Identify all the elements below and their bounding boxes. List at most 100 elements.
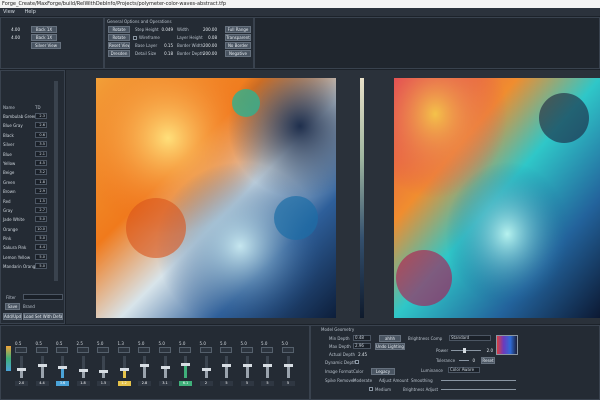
negative-button[interactable]: Negative [225,50,251,57]
fader-bottom-value[interactable]: 6.1 [179,381,192,386]
dynamic-depth-checkbox[interactable] [355,360,359,364]
save-button[interactable]: Save [5,303,20,310]
fader-color-box[interactable] [179,347,191,353]
filament-list-item[interactable]: Yellow 4.5 [1,159,56,169]
fader-bottom-value[interactable]: 5 [261,381,274,386]
filament-list-item[interactable]: Jade White 5.0 [1,216,56,225]
fader-bottom-value[interactable]: 1.2 [117,381,131,386]
fader-color-box[interactable] [281,347,294,353]
fader-knob[interactable] [37,364,47,368]
step-height-value[interactable]: 0.049 [157,27,173,32]
no-border-button[interactable]: No Border [225,42,251,49]
tolerance-slider[interactable] [459,360,469,361]
filament-td-spinbox[interactable]: 3.2 [35,169,47,176]
filament-td-spinbox[interactable]: 4.4 [35,244,47,251]
fader-bottom-value[interactable]: 1.5 [97,381,110,386]
fader-color-box[interactable] [15,347,27,353]
fader-knob[interactable] [181,363,190,367]
fader-bottom-value[interactable]: 3.1 [158,381,172,386]
filament-list-item[interactable]: Mandarin Orange 5.0 [1,263,56,272]
filament-td-spinbox[interactable]: 5.0 [35,216,47,223]
medium-checkbox[interactable] [369,387,373,391]
filament-list-item[interactable]: Sakura Pink 4.4 [1,244,56,253]
fader-knob[interactable] [140,364,149,368]
fader-bottom-value[interactable]: 5 [281,381,295,386]
filament-list-item[interactable]: Orange 10.0 [1,225,56,235]
smoothing-slider[interactable] [441,380,516,381]
silver-view-button[interactable]: Silver View [31,42,61,49]
filament-td-spinbox[interactable]: 5.0 [35,253,47,260]
filament-list-item[interactable]: Bambulab Green 2.3 [1,113,56,122]
filament-td-spinbox[interactable]: 4.5 [35,159,47,166]
fader-color-box[interactable] [261,347,273,353]
fader-knob[interactable] [160,365,170,369]
load-defaults-button[interactable]: Load Set With Defaults [23,313,63,320]
fader-color-box[interactable] [220,347,232,353]
filament-td-spinbox[interactable]: 2.7 [35,206,47,213]
fader-knob[interactable] [201,367,211,371]
fader-color-box[interactable] [199,347,212,353]
filament-list-item[interactable]: Blue 2.1 [1,150,56,160]
undo-lighting-button[interactable]: Undo Lighting [375,343,405,350]
full-range-button[interactable]: Full Range [225,26,251,33]
fader-knob[interactable] [99,369,108,373]
fader-knob[interactable] [242,364,252,368]
filament-td-spinbox[interactable]: 2.3 [35,113,47,119]
filament-td-spinbox[interactable]: 2.9 [35,188,47,195]
fader-bottom-value[interactable]: 1.8 [76,381,90,386]
result-viewport[interactable] [364,70,600,324]
fader-color-box[interactable] [158,347,171,353]
base-layer-value[interactable]: 0.15 [157,43,173,48]
fader-color-box[interactable] [138,347,150,353]
filament-list-item[interactable]: Brown 2.9 [1,188,56,197]
filament-list-item[interactable]: Green 1.8 [1,178,56,188]
fader-knob[interactable] [263,364,272,368]
border-depth-value[interactable]: 200.00 [199,51,217,56]
filament-td-spinbox[interactable]: 0.6 [35,131,47,138]
width-value[interactable]: 200.00 [199,27,217,32]
spike-remover-value[interactable]: Moderate [353,378,372,383]
filament-td-spinbox[interactable]: 1.5 [35,197,47,204]
fader-bottom-value[interactable]: 5 [240,381,254,386]
filament-list-item[interactable]: Gray 2.7 [1,206,56,216]
legacy-button[interactable]: Legacy [371,368,395,375]
filament-scrollbar[interactable] [54,81,58,281]
filament-td-spinbox[interactable]: 10.0 [35,225,47,232]
filament-list-item[interactable]: Beige 3.2 [1,169,56,178]
power-slider[interactable] [451,350,481,351]
image-format-value[interactable]: Color [353,369,363,374]
layer-height-value[interactable]: 0.08 [199,35,217,40]
fader-bottom-value[interactable]: 5 [220,381,233,386]
back-1x-button[interactable]: Back 1X [31,26,57,33]
filament-td-spinbox[interactable]: 1.8 [35,178,47,185]
fader-knob[interactable] [222,364,231,368]
tolerance-reset-button[interactable]: Reset [481,357,495,364]
filament-list-item[interactable]: Silver 3.5 [1,141,56,150]
brightness-adjust-slider[interactable] [441,389,516,390]
fader-knob[interactable] [119,367,129,371]
max-depth-value[interactable]: 2.96 [353,343,371,349]
fader-knob[interactable] [58,365,67,369]
reset-view-button[interactable]: Reset View [108,42,130,49]
preview-viewport[interactable] [66,70,364,324]
fader-bottom-value[interactable]: 3.6 [56,381,69,386]
filament-td-spinbox[interactable]: 5.0 [35,235,47,242]
filament-list-item[interactable]: Red 1.5 [1,197,56,207]
wireframe-checkbox[interactable] [133,36,137,40]
fader-knob[interactable] [17,367,26,371]
filament-list-item[interactable]: Lemon Yellow 5.0 [1,253,56,263]
power-slider-handle[interactable] [463,348,466,353]
menu-view[interactable]: View [3,9,15,15]
filament-list-item[interactable]: Blue Gray 2.6 [1,122,56,131]
fader-color-box[interactable] [76,347,89,353]
filament-list-item[interactable]: Pink 5.0 [1,235,56,244]
fader-bottom-value[interactable]: 2 [199,381,213,386]
fader-color-box[interactable] [35,347,48,353]
back-1x-button-2[interactable]: Back 1X [31,34,57,41]
fader-color-box[interactable] [56,347,68,353]
filament-td-spinbox[interactable]: 2.1 [35,150,47,157]
fader-knob[interactable] [78,368,88,372]
rotate-button[interactable]: Rotate [108,26,130,33]
filter-input[interactable] [23,294,63,300]
add-update-button[interactable]: Add/Update [3,313,22,320]
